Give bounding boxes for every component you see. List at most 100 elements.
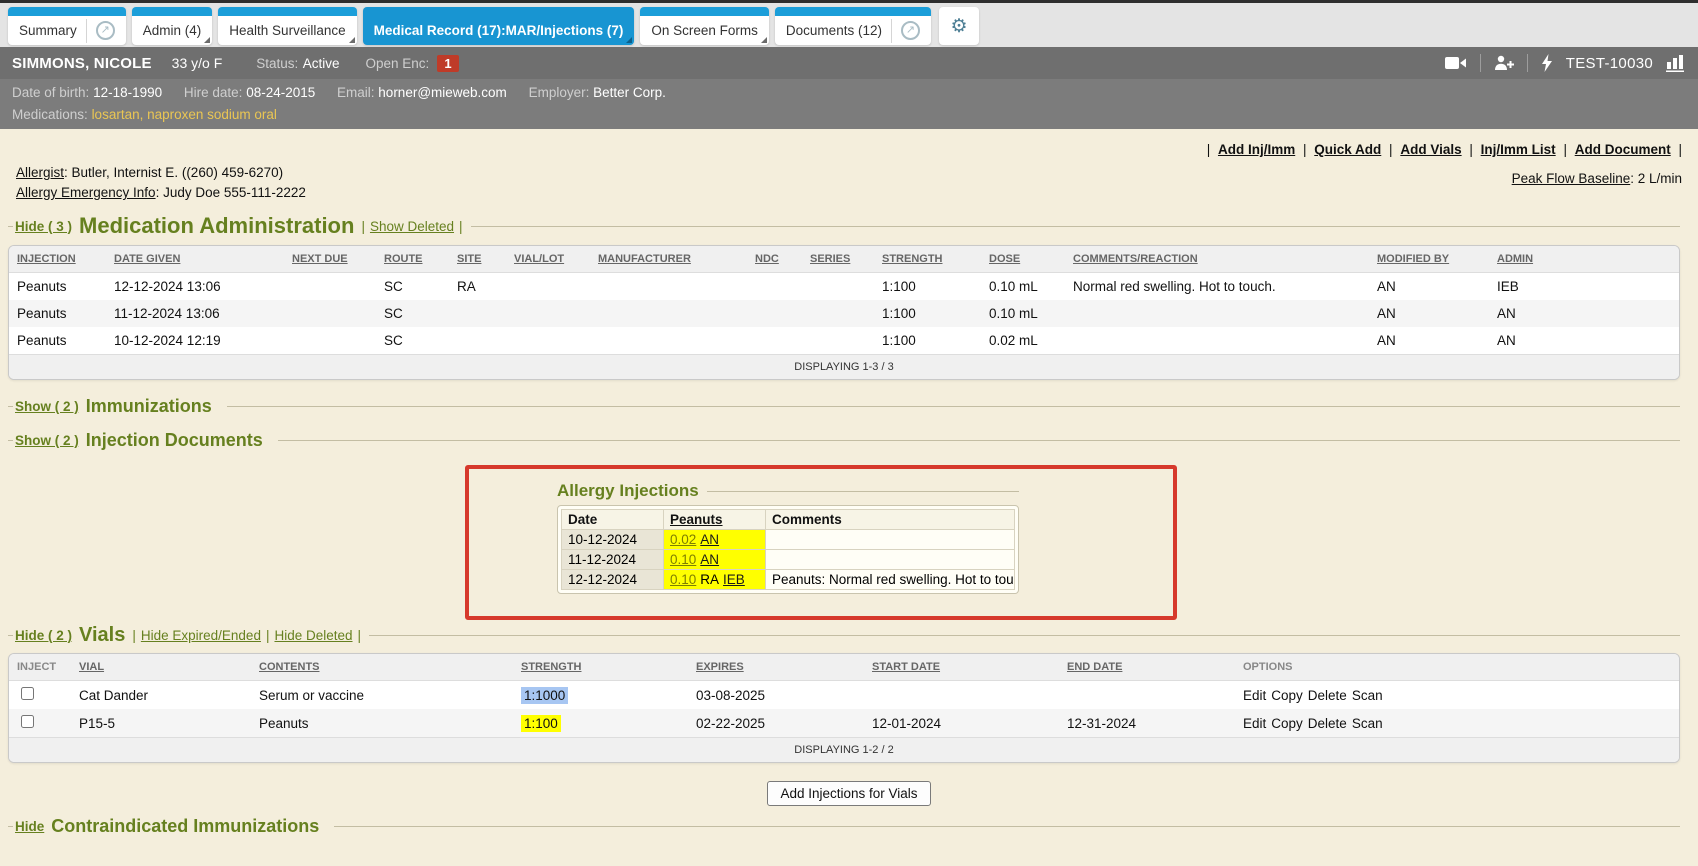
admin-cell: AN <box>1489 300 1679 327</box>
separator <box>1207 142 1211 157</box>
open-new-window-icon[interactable]: ↗ <box>96 21 115 40</box>
hide-deleted-link[interactable]: Hide Deleted <box>274 628 352 643</box>
tab-medical-record-active[interactable]: Medical Record (17):MAR/Injections (7) <box>363 7 635 45</box>
tab-health-surveillance[interactable]: Health Surveillance <box>218 7 356 45</box>
initials-link[interactable]: IEB <box>723 572 745 587</box>
dose-link[interactable]: 0.10 <box>670 572 696 587</box>
delete-link[interactable]: Delete <box>1308 688 1347 703</box>
end-date-cell <box>1059 681 1235 710</box>
col-site[interactable]: SITE <box>449 246 506 273</box>
copy-link[interactable]: Copy <box>1271 716 1303 731</box>
show-immunizations-link[interactable]: Show ( 2 ) <box>15 399 79 414</box>
next-due-cell <box>284 300 376 327</box>
table-header-row: INJECTION DATE GIVEN NEXT DUE ROUTE SITE… <box>9 246 1679 273</box>
vial-lot-cell <box>506 327 590 355</box>
vials-header: Hide ( 2 ) Vials Hide Expired/Ended Hide… <box>8 624 1680 647</box>
bar-chart-icon[interactable] <box>1666 54 1686 72</box>
col-ndc[interactable]: NDC <box>747 246 802 273</box>
date-given-cell: 11-12-2024 13:06 <box>106 300 284 327</box>
table-header-row: Date Peanuts Comments <box>562 510 1015 530</box>
add-injections-for-vials-button[interactable]: Add Injections for Vials <box>767 781 930 806</box>
col-date-given[interactable]: DATE GIVEN <box>106 246 284 273</box>
medications-label: Medications: <box>12 107 88 122</box>
options-cell: Edit Copy Delete Scan <box>1235 709 1679 738</box>
medication-administration-title: Medication Administration <box>79 213 354 239</box>
col-start-date[interactable]: START DATE <box>864 654 1059 681</box>
col-end-date[interactable]: END DATE <box>1059 654 1235 681</box>
divider <box>8 826 13 827</box>
quick-add-link[interactable]: Quick Add <box>1314 142 1381 157</box>
col-expires[interactable]: EXPIRES <box>688 654 864 681</box>
tab-admin[interactable]: Admin (4) <box>132 7 213 45</box>
admin-cell: IEB <box>1489 273 1679 301</box>
main-content: Add Inj/Imm Quick Add Add Vials Inj/Imm … <box>0 129 1698 837</box>
inject-cell <box>9 709 71 738</box>
tab-health-surveillance-label: Health Surveillance <box>229 23 345 38</box>
col-series[interactable]: SERIES <box>802 246 874 273</box>
video-camera-icon[interactable] <box>1445 56 1467 70</box>
settings-gear-icon[interactable]: ⚙ <box>939 7 979 45</box>
col-inject: INJECT <box>9 654 71 681</box>
inj-imm-list-link[interactable]: Inj/Imm List <box>1481 142 1556 157</box>
tab-documents[interactable]: Documents (12) ↗ <box>775 7 931 45</box>
peak-flow-baseline-link[interactable]: Peak Flow Baseline <box>1512 171 1631 186</box>
col-strength[interactable]: STRENGTH <box>874 246 981 273</box>
show-deleted-link[interactable]: Show Deleted <box>370 219 454 234</box>
col-admin[interactable]: ADMIN <box>1489 246 1679 273</box>
immunizations-title: Immunizations <box>86 396 212 417</box>
add-document-link[interactable]: Add Document <box>1575 142 1671 157</box>
comments-cell: Peanuts: Normal red swelling. Hot to tou… <box>766 570 1015 590</box>
inject-checkbox[interactable] <box>21 687 34 700</box>
col-modified-by[interactable]: MODIFIED BY <box>1369 246 1489 273</box>
series-cell <box>802 327 874 355</box>
hide-medication-administration-link[interactable]: Hide ( 3 ) <box>15 219 72 234</box>
allergy-emergency-info-value: : Judy Doe 555-111-2222 <box>156 185 306 200</box>
allergy-emergency-info-link[interactable]: Allergy Emergency Info <box>16 185 156 200</box>
lightning-bolt-icon[interactable] <box>1541 54 1553 72</box>
comments-cell <box>1065 300 1369 327</box>
show-injection-documents-link[interactable]: Show ( 2 ) <box>15 433 79 448</box>
copy-link[interactable]: Copy <box>1271 688 1303 703</box>
col-strength[interactable]: STRENGTH <box>513 654 688 681</box>
open-new-window-icon[interactable]: ↗ <box>901 21 920 40</box>
initials-link[interactable]: AN <box>700 532 719 547</box>
col-injection[interactable]: INJECTION <box>9 246 106 273</box>
dose-link[interactable]: 0.02 <box>670 532 696 547</box>
divider <box>1527 54 1528 72</box>
add-inj-imm-link[interactable]: Add Inj/Imm <box>1218 142 1295 157</box>
inject-checkbox[interactable] <box>21 715 34 728</box>
tab-on-screen-forms[interactable]: On Screen Forms <box>640 7 769 45</box>
patient-name: SIMMONS, NICOLE <box>12 55 152 72</box>
dob-value: 12-18-1990 <box>93 85 162 100</box>
medications-value[interactable]: losartan, naproxen sodium oral <box>92 107 277 122</box>
tab-divider <box>86 19 87 43</box>
add-person-icon[interactable] <box>1494 55 1514 71</box>
scan-link[interactable]: Scan <box>1352 688 1383 703</box>
col-route[interactable]: ROUTE <box>376 246 449 273</box>
strength-cell: 1:100 <box>874 327 981 355</box>
open-encounter-badge[interactable]: 1 <box>437 55 458 72</box>
col-vial[interactable]: VIAL <box>71 654 251 681</box>
hide-vials-link[interactable]: Hide ( 2 ) <box>15 628 72 643</box>
edit-link[interactable]: Edit <box>1243 716 1266 731</box>
hide-expired-ended-link[interactable]: Hide Expired/Ended <box>141 628 261 643</box>
col-peanuts-link[interactable]: Peanuts <box>664 510 766 530</box>
initials-link[interactable]: AN <box>700 552 719 567</box>
dose-link[interactable]: 0.10 <box>670 552 696 567</box>
dose-cell: 0.10 mL <box>981 300 1065 327</box>
hide-contraindicated-link[interactable]: Hide <box>15 819 44 834</box>
col-manufacturer[interactable]: MANUFACTURER <box>590 246 747 273</box>
delete-link[interactable]: Delete <box>1308 716 1347 731</box>
edit-link[interactable]: Edit <box>1243 688 1266 703</box>
col-next-due[interactable]: NEXT DUE <box>284 246 376 273</box>
col-contents[interactable]: CONTENTS <box>251 654 513 681</box>
tab-summary[interactable]: Summary ↗ <box>8 7 126 45</box>
allergist-link[interactable]: Allergist <box>16 165 64 180</box>
add-vials-link[interactable]: Add Vials <box>1400 142 1461 157</box>
admin-cell: AN <box>1489 327 1679 355</box>
col-dose[interactable]: DOSE <box>981 246 1065 273</box>
col-comments-reaction[interactable]: COMMENTS/REACTION <box>1065 246 1369 273</box>
divider <box>227 406 1680 407</box>
col-vial-lot[interactable]: VIAL/LOT <box>506 246 590 273</box>
scan-link[interactable]: Scan <box>1352 716 1383 731</box>
